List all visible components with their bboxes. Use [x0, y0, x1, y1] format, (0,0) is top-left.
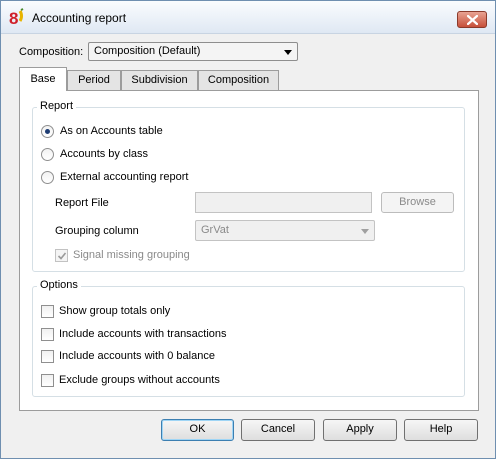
radio-external-accounting-report[interactable] — [41, 171, 54, 184]
checkmark-icon — [57, 252, 67, 260]
tab-composition-label: Composition — [207, 74, 270, 86]
ok-button[interactable]: OK — [161, 419, 234, 441]
report-file-label: Report File — [55, 197, 109, 209]
grouping-column-label: Grouping column — [55, 225, 139, 237]
show-group-totals-only-label[interactable]: Show group totals only — [59, 305, 170, 317]
include-accounts-with-transactions-label[interactable]: Include accounts with transactions — [59, 328, 227, 340]
close-button[interactable] — [457, 11, 487, 28]
close-icon — [467, 15, 478, 25]
accounting-report-dialog: 8 Accounting report Composition: Composi… — [0, 0, 496, 459]
title-bar: 8 Accounting report — [1, 1, 495, 34]
exclude-groups-without-accounts-checkbox[interactable] — [41, 374, 54, 387]
apply-button-label: Apply — [346, 423, 374, 435]
window-title: Accounting report — [32, 11, 127, 25]
radio-selected-dot — [45, 129, 50, 134]
include-accounts-with-0-balance-label[interactable]: Include accounts with 0 balance — [59, 350, 215, 362]
show-group-totals-only-checkbox[interactable] — [41, 305, 54, 318]
composition-label: Composition: — [19, 46, 84, 58]
tab-period-label: Period — [78, 74, 110, 86]
svg-text:8: 8 — [9, 9, 18, 28]
ok-button-label: OK — [189, 423, 206, 435]
tab-panel-base: Report As on Accounts table Accounts by … — [19, 90, 479, 411]
report-group-title: Report — [37, 100, 77, 112]
radio-as-on-accounts-table[interactable] — [41, 125, 54, 138]
tab-base[interactable]: Base — [19, 67, 67, 91]
include-accounts-with-transactions-checkbox[interactable] — [41, 328, 54, 341]
composition-select-value: Composition (Default) — [94, 45, 201, 57]
chevron-down-icon — [361, 229, 369, 234]
signal-missing-grouping-label[interactable]: Signal missing grouping — [73, 249, 190, 261]
tab-subdivision-label: Subdivision — [131, 74, 188, 86]
options-group-title: Options — [37, 279, 81, 291]
composition-select[interactable]: Composition (Default) — [88, 42, 298, 61]
tab-subdivision[interactable]: Subdivision — [121, 70, 198, 90]
tab-composition[interactable]: Composition — [198, 70, 279, 90]
signal-missing-grouping-checkbox[interactable] — [55, 249, 68, 262]
tab-base-label: Base — [30, 73, 56, 85]
help-button-label: Help — [429, 423, 453, 435]
chevron-down-icon — [284, 50, 292, 55]
grouping-column-select[interactable]: GrVat — [195, 220, 375, 241]
banana-app-icon: 8 — [9, 8, 24, 28]
radio-external-accounting-report-label[interactable]: External accounting report — [60, 171, 188, 183]
help-button[interactable]: Help — [404, 419, 478, 441]
radio-as-on-accounts-table-label[interactable]: As on Accounts table — [60, 125, 163, 137]
report-file-input[interactable] — [195, 192, 372, 213]
apply-button[interactable]: Apply — [323, 419, 397, 441]
include-accounts-with-0-balance-checkbox[interactable] — [41, 350, 54, 363]
grouping-column-value: GrVat — [201, 224, 229, 236]
cancel-button[interactable]: Cancel — [241, 419, 315, 441]
browse-button-label: Browse — [399, 196, 436, 208]
tab-period[interactable]: Period — [67, 70, 121, 90]
radio-accounts-by-class[interactable] — [41, 148, 54, 161]
browse-button[interactable]: Browse — [381, 192, 454, 213]
cancel-button-label: Cancel — [260, 423, 296, 435]
exclude-groups-without-accounts-label[interactable]: Exclude groups without accounts — [59, 374, 220, 386]
radio-accounts-by-class-label[interactable]: Accounts by class — [60, 148, 148, 160]
